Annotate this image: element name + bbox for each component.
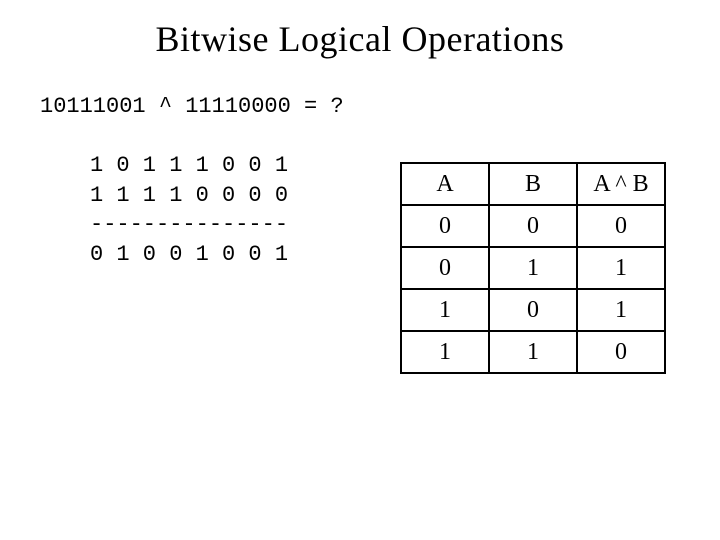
header-a: A <box>401 163 489 205</box>
slide: Bitwise Logical Operations 10111001 ^ 11… <box>0 0 720 540</box>
expression-line: 10111001 ^ 11110000 = ? <box>40 94 720 119</box>
separator-line: --------------- <box>90 212 288 237</box>
truth-table: A B A ^ B 0 0 0 0 1 1 1 0 1 1 1 0 <box>400 162 666 374</box>
cell: 1 <box>489 247 577 289</box>
cell: 0 <box>577 331 665 373</box>
cell: 1 <box>401 331 489 373</box>
table-row: A B A ^ B <box>401 163 665 205</box>
header-b: B <box>489 163 577 205</box>
cell: 0 <box>489 289 577 331</box>
table-row: 1 1 0 <box>401 331 665 373</box>
table-row: 0 0 0 <box>401 205 665 247</box>
header-axorb: A ^ B <box>577 163 665 205</box>
table-row: 0 1 1 <box>401 247 665 289</box>
cell: 0 <box>489 205 577 247</box>
result-row: 0 1 0 0 1 0 0 1 <box>90 242 288 267</box>
cell: 0 <box>401 247 489 289</box>
table-row: 1 0 1 <box>401 289 665 331</box>
page-title: Bitwise Logical Operations <box>0 0 720 60</box>
cell: 1 <box>401 289 489 331</box>
cell: 0 <box>401 205 489 247</box>
cell: 1 <box>489 331 577 373</box>
operand-b: 1 1 1 1 0 0 0 0 <box>90 183 288 208</box>
cell: 0 <box>577 205 665 247</box>
cell: 1 <box>577 289 665 331</box>
cell: 1 <box>577 247 665 289</box>
operand-a: 1 0 1 1 1 0 0 1 <box>90 153 288 178</box>
